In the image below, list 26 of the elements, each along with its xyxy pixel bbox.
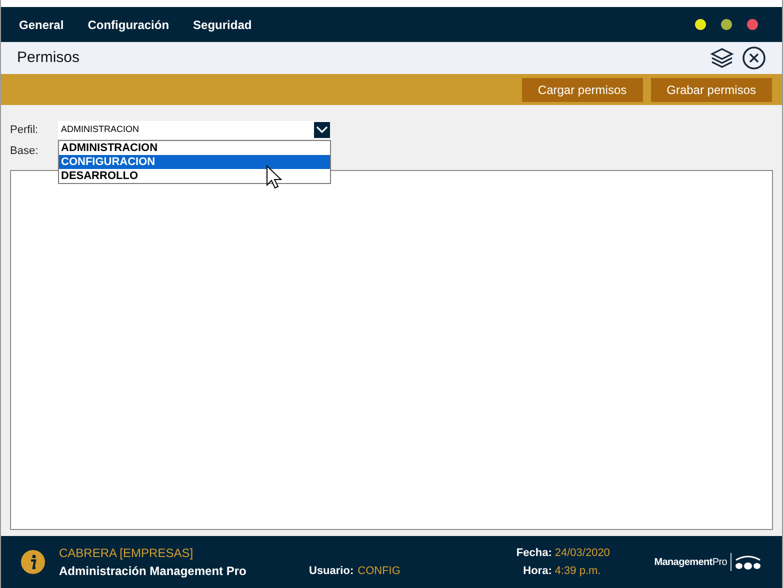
info-icon [21,550,45,574]
menu-item[interactable]: Configuración [88,16,170,34]
perfil-dropdown[interactable]: ADMINISTRACION [58,121,330,139]
close-icon[interactable] [742,46,766,70]
dropdown-option[interactable]: DESARROLLO [59,169,330,183]
date-label: Fecha: [516,546,552,560]
menu-item[interactable]: General [19,16,64,34]
user-value: CONFIG [358,564,400,578]
time-label: Hora: [523,564,552,579]
date-value: 24/03/2020 [554,546,611,560]
time-value: 4:39 p.m. [554,564,602,579]
window-title: Permisos [17,48,80,68]
perfil-label: Perfil: [10,122,40,138]
logo-icon [730,553,762,571]
company-name: CABRERA [EMPRESAS] [59,545,194,562]
layers-icon[interactable] [710,47,734,69]
user-label: Usuario: [309,564,354,578]
base-label: Base: [10,144,38,159]
toolbar-button[interactable]: Grabar permisos [650,78,772,102]
toolbar-button[interactable]: Cargar permisos [522,78,643,102]
menu-item[interactable]: Seguridad [193,16,252,34]
brand-logo-text: ManagementPro [654,556,727,570]
app-name: Administración Management Pro [59,563,248,580]
dropdown-option[interactable]: ADMINISTRACION [59,141,330,155]
dropdown-option[interactable]: CONFIGURACION [59,155,330,169]
chevron-icon[interactable] [314,122,330,138]
